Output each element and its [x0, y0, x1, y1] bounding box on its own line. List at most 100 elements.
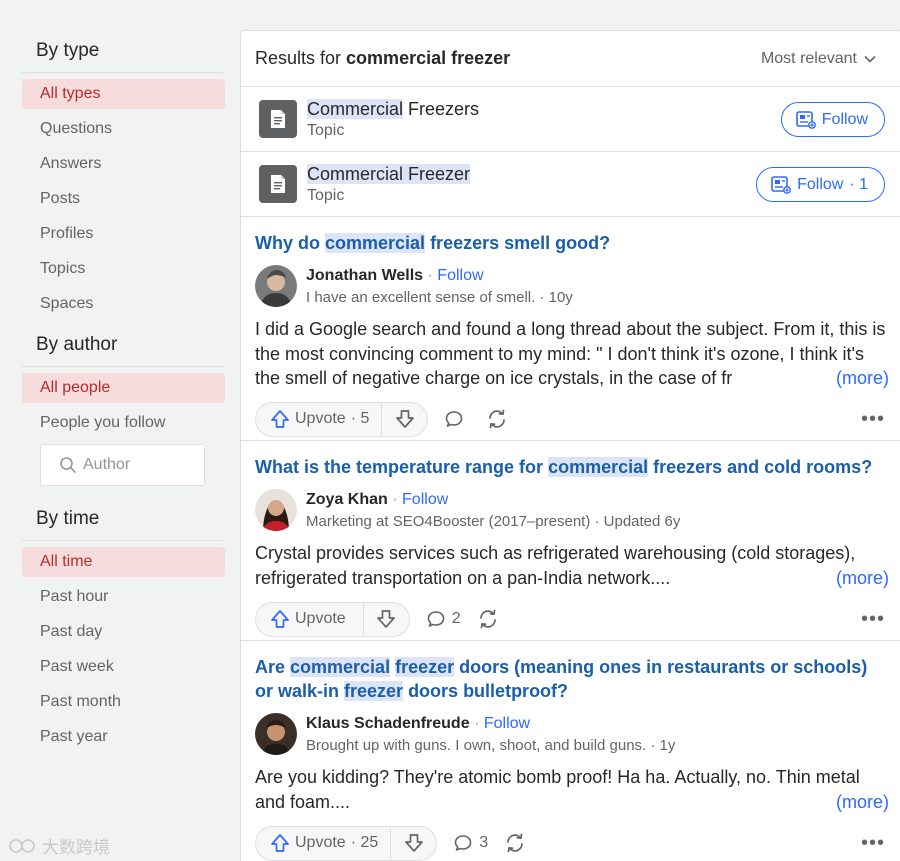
- downvote-button[interactable]: [381, 402, 427, 436]
- comment-button[interactable]: 3: [453, 833, 488, 853]
- watermark-logo-icon: [9, 838, 35, 853]
- upvote-arrow-icon: [271, 834, 289, 852]
- avatar[interactable]: [255, 265, 297, 307]
- results-panel: Results for commercial freezer Most rele…: [240, 30, 900, 861]
- topic-result[interactable]: Commercial Freezer Topic Follow · 1: [241, 152, 900, 217]
- upvote-button[interactable]: Upvote · 25: [256, 827, 390, 860]
- search-query: commercial freezer: [346, 48, 511, 68]
- filter-all-people[interactable]: All people: [22, 373, 225, 403]
- filter-past-week[interactable]: Past week: [22, 652, 225, 682]
- upvote-button[interactable]: Upvote · 5: [256, 403, 381, 436]
- vote-control: Upvote · 25: [255, 825, 438, 861]
- results-header: Results for commercial freezer Most rele…: [241, 31, 900, 87]
- filter-questions[interactable]: Questions: [22, 114, 225, 144]
- filter-past-month[interactable]: Past month: [22, 687, 225, 717]
- follow-author-link[interactable]: Follow: [402, 491, 448, 508]
- filter-profiles[interactable]: Profiles: [22, 219, 225, 249]
- filter-topics[interactable]: Topics: [22, 254, 225, 284]
- follow-author-link[interactable]: Follow: [484, 715, 530, 732]
- filter-past-year[interactable]: Past year: [22, 722, 225, 752]
- answer-preview[interactable]: Crystal provides services such as refrig…: [255, 541, 889, 590]
- search-icon: [60, 457, 76, 473]
- upvote-button[interactable]: Upvote: [256, 603, 363, 636]
- answer-preview[interactable]: I did a Google search and found a long t…: [255, 317, 889, 390]
- topic-type-label: Topic: [307, 121, 345, 139]
- vote-control: Upvote: [255, 601, 410, 637]
- filter-sidebar: By type All types Questions Answers Post…: [22, 30, 225, 757]
- author-name[interactable]: Klaus Schadenfreude: [306, 715, 470, 732]
- filter-people-you-follow[interactable]: People you follow: [22, 408, 225, 438]
- follow-label: Follow: [821, 110, 868, 128]
- filter-past-day[interactable]: Past day: [22, 617, 225, 647]
- share-button[interactable]: [486, 409, 514, 429]
- share-button[interactable]: [477, 609, 505, 629]
- watermark: 大数跨境: [8, 833, 110, 858]
- by-time-heading: By time: [22, 498, 225, 541]
- avatar[interactable]: [255, 713, 297, 755]
- filter-all-time[interactable]: All time: [22, 547, 225, 577]
- more-link[interactable]: (more): [832, 565, 889, 590]
- follow-topic-icon: [771, 175, 791, 194]
- upvote-arrow-icon: [271, 610, 289, 628]
- topic-name[interactable]: Commercial Freezers: [307, 98, 479, 120]
- question-title[interactable]: What is the temperature range for commer…: [255, 455, 889, 479]
- chevron-down-icon: [864, 55, 876, 63]
- answer-preview[interactable]: Are you kidding? They're atomic bomb pro…: [255, 765, 889, 814]
- more-options-icon[interactable]: •••: [861, 832, 885, 855]
- filter-posts[interactable]: Posts: [22, 184, 225, 214]
- share-button[interactable]: [504, 833, 532, 853]
- follow-count: · 1: [849, 175, 868, 193]
- comment-icon: [446, 411, 463, 427]
- downvote-button[interactable]: [362, 602, 409, 636]
- downvote-arrow-icon: [377, 610, 396, 628]
- results-title: Results for commercial freezer: [255, 48, 510, 69]
- filter-answers[interactable]: Answers: [22, 149, 225, 179]
- follow-label: Follow: [797, 175, 844, 193]
- share-icon: [479, 609, 496, 629]
- results-prefix: Results for: [255, 48, 342, 68]
- topic-result[interactable]: Commercial Freezers Topic Follow: [241, 87, 900, 152]
- answer-card: Why do commercial freezers smell good? J…: [241, 217, 900, 441]
- topic-icon: [259, 165, 297, 203]
- by-type-heading: By type: [22, 30, 225, 73]
- follow-topic-icon: [795, 110, 816, 129]
- downvote-button[interactable]: [390, 826, 436, 860]
- more-link[interactable]: (more): [832, 365, 889, 390]
- topic-name[interactable]: Commercial Freezer: [307, 163, 471, 185]
- vote-control: Upvote · 5: [255, 401, 429, 437]
- answer-card: Are commercial freezer doors (meaning on…: [241, 641, 900, 861]
- more-options-icon[interactable]: •••: [861, 608, 885, 631]
- share-icon: [507, 833, 524, 853]
- sort-dropdown[interactable]: Most relevant: [761, 50, 877, 68]
- avatar[interactable]: [255, 489, 297, 531]
- share-icon: [489, 409, 506, 429]
- question-title[interactable]: Why do commercial freezers smell good?: [255, 231, 889, 255]
- author-name[interactable]: Jonathan Wells: [306, 267, 423, 284]
- author-credential: I have an excellent sense of smell. · 10…: [306, 288, 573, 306]
- filter-spaces[interactable]: Spaces: [22, 289, 225, 319]
- author-name[interactable]: Zoya Khan: [306, 491, 388, 508]
- more-link[interactable]: (more): [832, 789, 889, 814]
- upvote-arrow-icon: [271, 410, 289, 428]
- comment-count: 2: [451, 610, 461, 627]
- follow-author-link[interactable]: Follow: [437, 267, 483, 284]
- downvote-arrow-icon: [396, 410, 414, 428]
- comment-button[interactable]: [444, 409, 470, 429]
- author-credential: Marketing at SEO4Booster (2017–present) …: [306, 512, 681, 530]
- comment-icon: [427, 611, 445, 627]
- author-input[interactable]: [83, 456, 193, 474]
- author-search-box[interactable]: [40, 444, 205, 486]
- sort-label: Most relevant: [760, 49, 857, 67]
- comment-icon: [454, 835, 472, 851]
- more-options-icon[interactable]: •••: [861, 408, 885, 431]
- comment-button[interactable]: 2: [426, 609, 461, 629]
- filter-all-types[interactable]: All types: [22, 79, 225, 109]
- answer-card: What is the temperature range for commer…: [241, 441, 900, 641]
- topic-icon: [259, 100, 297, 138]
- topic-type-label: Topic: [307, 186, 345, 204]
- follow-topic-button[interactable]: Follow: [780, 102, 885, 137]
- filter-past-hour[interactable]: Past hour: [22, 582, 225, 612]
- question-title[interactable]: Are commercial freezer doors (meaning on…: [255, 655, 889, 703]
- follow-topic-button[interactable]: Follow · 1: [756, 167, 885, 202]
- comment-count: 3: [479, 834, 489, 851]
